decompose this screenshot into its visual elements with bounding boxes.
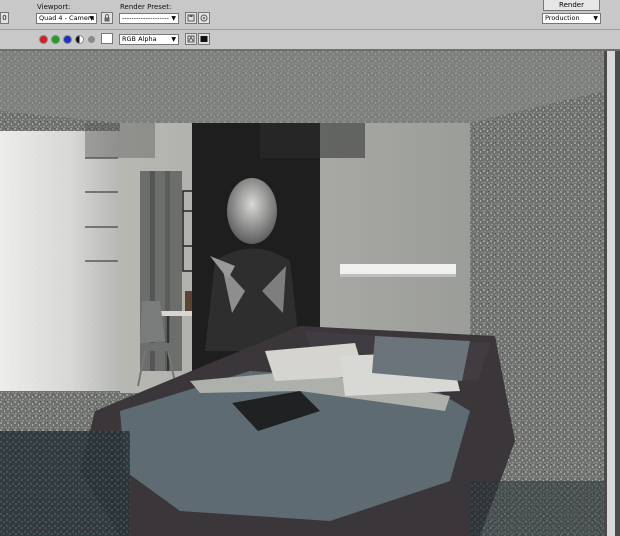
display-icon	[200, 36, 208, 42]
toggle-ui-overlay-button[interactable]	[185, 33, 197, 45]
chevron-down-icon: ▼	[171, 15, 176, 22]
viewport-label: Viewport:	[37, 3, 71, 11]
viewport-scrollbar[interactable]	[604, 51, 620, 536]
render-viewport[interactable]	[0, 51, 604, 536]
render-toolbar: 0 Viewport: Quad 4 - Camera ▼ Render Pre…	[0, 0, 620, 51]
channel-dropdown[interactable]: RGB Alpha ▼	[119, 34, 179, 45]
save-preset-button[interactable]	[185, 12, 197, 24]
production-dropdown-value: Production	[545, 14, 580, 22]
lock-icon	[104, 14, 110, 22]
load-preset-icon	[200, 14, 208, 22]
overlay-icon	[187, 35, 195, 43]
render-preset-dropdown-value: --------------------	[122, 14, 169, 22]
bedroom-render-image	[0, 51, 604, 536]
color-swatch[interactable]	[101, 33, 113, 44]
green-channel-icon[interactable]	[52, 36, 59, 43]
red-channel-icon[interactable]	[40, 36, 47, 43]
display-mode-button[interactable]	[198, 33, 210, 45]
save-preset-icon	[187, 14, 195, 22]
chevron-down-icon: ▼	[89, 15, 94, 22]
channel-dropdown-value: RGB Alpha	[122, 35, 157, 43]
render-preset-dropdown[interactable]: -------------------- ▼	[119, 13, 179, 24]
toolbar-divider	[0, 29, 620, 30]
mono-channel-icon[interactable]	[88, 36, 95, 43]
chevron-down-icon: ▼	[171, 36, 176, 43]
render-button[interactable]: Render	[543, 0, 600, 11]
alpha-channel-icon[interactable]	[76, 36, 83, 43]
lock-viewport-button[interactable]	[101, 12, 113, 24]
chevron-down-icon: ▼	[593, 15, 598, 22]
render-preset-label: Render Preset:	[120, 3, 172, 11]
viewport-options-button[interactable]: 0	[0, 12, 9, 24]
blue-channel-icon[interactable]	[64, 36, 71, 43]
viewport-dropdown[interactable]: Quad 4 - Camera ▼	[36, 13, 97, 24]
production-dropdown[interactable]: Production ▼	[542, 13, 601, 24]
scrollbar-track[interactable]	[607, 51, 615, 536]
viewport-options-label: 0	[2, 14, 7, 22]
load-preset-button[interactable]	[198, 12, 210, 24]
viewport-dropdown-value: Quad 4 - Camera	[39, 14, 95, 22]
